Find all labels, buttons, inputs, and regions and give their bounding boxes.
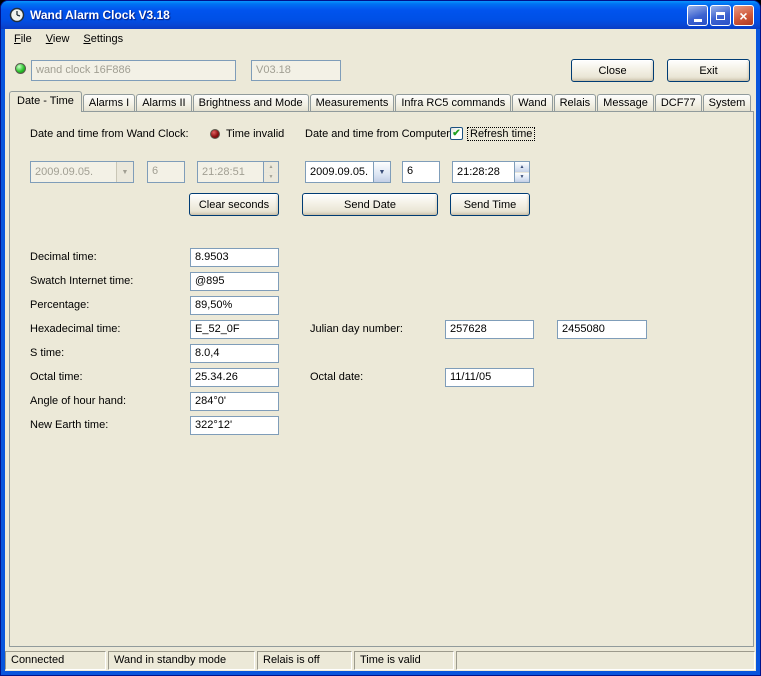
computer-section-label: Date and time from Computer: bbox=[305, 128, 453, 140]
tab-alarms-2[interactable]: Alarms II bbox=[136, 94, 192, 111]
new-earth-time-label: New Earth time: bbox=[30, 419, 109, 431]
refresh-time-checkbox[interactable]: ✔ bbox=[450, 127, 463, 140]
octal-time-row: Octal time: 25.34.26 Octal date: 11/11/0… bbox=[10, 368, 753, 388]
julian-day-label: Julian day number: bbox=[310, 323, 403, 335]
time-invalid-led-icon bbox=[210, 129, 220, 139]
close-window-button[interactable]: × bbox=[733, 5, 754, 26]
time-invalid-label: Time invalid bbox=[226, 128, 285, 140]
octal-date-field[interactable]: 11/11/05 bbox=[445, 368, 534, 387]
tab-brightness-mode[interactable]: Brightness and Mode bbox=[192, 94, 309, 111]
tab-wand[interactable]: Wand bbox=[512, 94, 553, 111]
wand-date-value: 2009.09.05. bbox=[35, 166, 94, 178]
tab-date-time[interactable]: Date - Time bbox=[9, 91, 82, 112]
s-time-label: S time: bbox=[30, 347, 65, 359]
exit-button[interactable]: Exit bbox=[667, 59, 750, 82]
computer-day-field[interactable]: 6 bbox=[402, 161, 440, 183]
menu-bar: File View Settings bbox=[5, 29, 756, 49]
hour-hand-angle-field[interactable]: 284°0' bbox=[190, 392, 279, 411]
tab-system[interactable]: System bbox=[702, 94, 752, 111]
refresh-time-label[interactable]: Refresh time bbox=[467, 127, 536, 141]
tab-measurements[interactable]: Measurements bbox=[309, 94, 395, 111]
minimize-icon bbox=[693, 19, 702, 22]
send-date-button[interactable]: Send Date bbox=[302, 193, 438, 216]
wand-date-combobox: 2009.09.05. ▼ bbox=[30, 161, 134, 183]
spin-down-icon: ▼ bbox=[264, 171, 278, 182]
date-time-tab-page: Date and time from Wand Clock: Time inva… bbox=[9, 111, 754, 647]
octal-time-label: Octal time: bbox=[30, 371, 83, 383]
tab-alarms-1[interactable]: Alarms I bbox=[82, 94, 136, 111]
tab-strip: Date - Time Alarms I Alarms II Brightnes… bbox=[9, 91, 752, 112]
checkmark-icon: ✔ bbox=[452, 127, 461, 139]
percentage-label: Percentage: bbox=[30, 299, 90, 311]
close-button[interactable]: Close bbox=[571, 59, 654, 82]
s-time-field[interactable]: 8.0,4 bbox=[190, 344, 279, 363]
new-earth-time-row: New Earth time: 322°12' bbox=[10, 416, 753, 436]
app-window: Wand Alarm Clock V3.18 × File View Setti… bbox=[0, 0, 761, 676]
device-name-field: wand clock 16F886 bbox=[31, 60, 236, 81]
status-time-validity: Time is valid bbox=[354, 651, 454, 670]
minimize-button[interactable] bbox=[687, 5, 708, 26]
computer-time-spin-buttons: ▲ ▼ bbox=[514, 162, 529, 182]
computer-date-value: 2009.09.05. bbox=[310, 166, 369, 178]
percentage-row: Percentage: 89,50% bbox=[10, 296, 753, 316]
computer-date-combobox[interactable]: 2009.09.05. ▼ bbox=[305, 161, 391, 183]
close-icon: × bbox=[739, 7, 748, 24]
hexadecimal-time-label: Hexadecimal time: bbox=[30, 323, 121, 335]
swatch-time-row: Swatch Internet time: @895 bbox=[10, 272, 753, 292]
hexadecimal-time-field[interactable]: E_52_0F bbox=[190, 320, 279, 339]
new-earth-time-field[interactable]: 322°12' bbox=[190, 416, 279, 435]
tab-dcf77[interactable]: DCF77 bbox=[654, 94, 702, 111]
tab-message[interactable]: Message bbox=[597, 94, 654, 111]
decimal-time-row: Decimal time: 8.9503 bbox=[10, 248, 753, 268]
window-controls: × bbox=[687, 5, 754, 26]
s-time-row: S time: 8.0,4 bbox=[10, 344, 753, 364]
wand-clock-section-label: Date and time from Wand Clock: bbox=[30, 128, 189, 140]
chevron-down-icon: ▼ bbox=[116, 162, 133, 182]
titlebar[interactable]: Wand Alarm Clock V3.18 × bbox=[1, 1, 760, 29]
status-spare bbox=[456, 651, 755, 670]
window-title: Wand Alarm Clock V3.18 bbox=[30, 8, 170, 22]
clock-app-icon[interactable] bbox=[9, 7, 25, 23]
tab-infra-rc5[interactable]: Infra RC5 commands bbox=[395, 94, 512, 111]
swatch-time-field[interactable]: @895 bbox=[190, 272, 279, 291]
computer-time-spinner[interactable]: 21:28:28 ▲ ▼ bbox=[452, 161, 530, 183]
julian-day-field-1[interactable]: 257628 bbox=[445, 320, 534, 339]
julian-day-field-2[interactable]: 2455080 bbox=[557, 320, 647, 339]
wand-time-spinner: 21:28:51 ▲ ▼ bbox=[197, 161, 279, 183]
client-area: File View Settings wand clock 16F886 V03… bbox=[5, 29, 756, 671]
octal-date-label: Octal date: bbox=[310, 371, 364, 383]
maximize-icon bbox=[716, 11, 725, 20]
chevron-down-icon[interactable]: ▼ bbox=[373, 162, 390, 182]
spin-up-icon[interactable]: ▲ bbox=[515, 162, 529, 172]
status-relais: Relais is off bbox=[257, 651, 352, 670]
computer-time-value: 21:28:28 bbox=[457, 166, 500, 178]
tab-relais[interactable]: Relais bbox=[553, 94, 597, 111]
version-field: V03.18 bbox=[251, 60, 341, 81]
menu-settings[interactable]: Settings bbox=[76, 31, 130, 47]
connection-led-icon bbox=[15, 63, 26, 74]
hexadecimal-time-row: Hexadecimal time: E_52_0F Julian day num… bbox=[10, 320, 753, 340]
spin-up-icon: ▲ bbox=[264, 162, 278, 172]
spin-down-icon[interactable]: ▼ bbox=[515, 171, 529, 182]
decimal-time-field[interactable]: 8.9503 bbox=[190, 248, 279, 267]
wand-time-value: 21:28:51 bbox=[202, 166, 245, 178]
status-connection: Connected bbox=[5, 651, 106, 670]
status-bar: Connected Wand in standby mode Relais is… bbox=[5, 650, 756, 671]
percentage-field[interactable]: 89,50% bbox=[190, 296, 279, 315]
wand-day-field: 6 bbox=[147, 161, 185, 183]
hour-hand-angle-label: Angle of hour hand: bbox=[30, 395, 127, 407]
clear-seconds-button[interactable]: Clear seconds bbox=[189, 193, 279, 216]
hour-hand-angle-row: Angle of hour hand: 284°0' bbox=[10, 392, 753, 412]
send-time-button[interactable]: Send Time bbox=[450, 193, 530, 216]
maximize-button[interactable] bbox=[710, 5, 731, 26]
octal-time-field[interactable]: 25.34.26 bbox=[190, 368, 279, 387]
menu-view[interactable]: View bbox=[39, 31, 77, 47]
status-wand-mode: Wand in standby mode bbox=[108, 651, 255, 670]
menu-file[interactable]: File bbox=[7, 31, 39, 47]
wand-time-spin-buttons: ▲ ▼ bbox=[263, 162, 278, 182]
swatch-time-label: Swatch Internet time: bbox=[30, 275, 134, 287]
decimal-time-label: Decimal time: bbox=[30, 251, 97, 263]
